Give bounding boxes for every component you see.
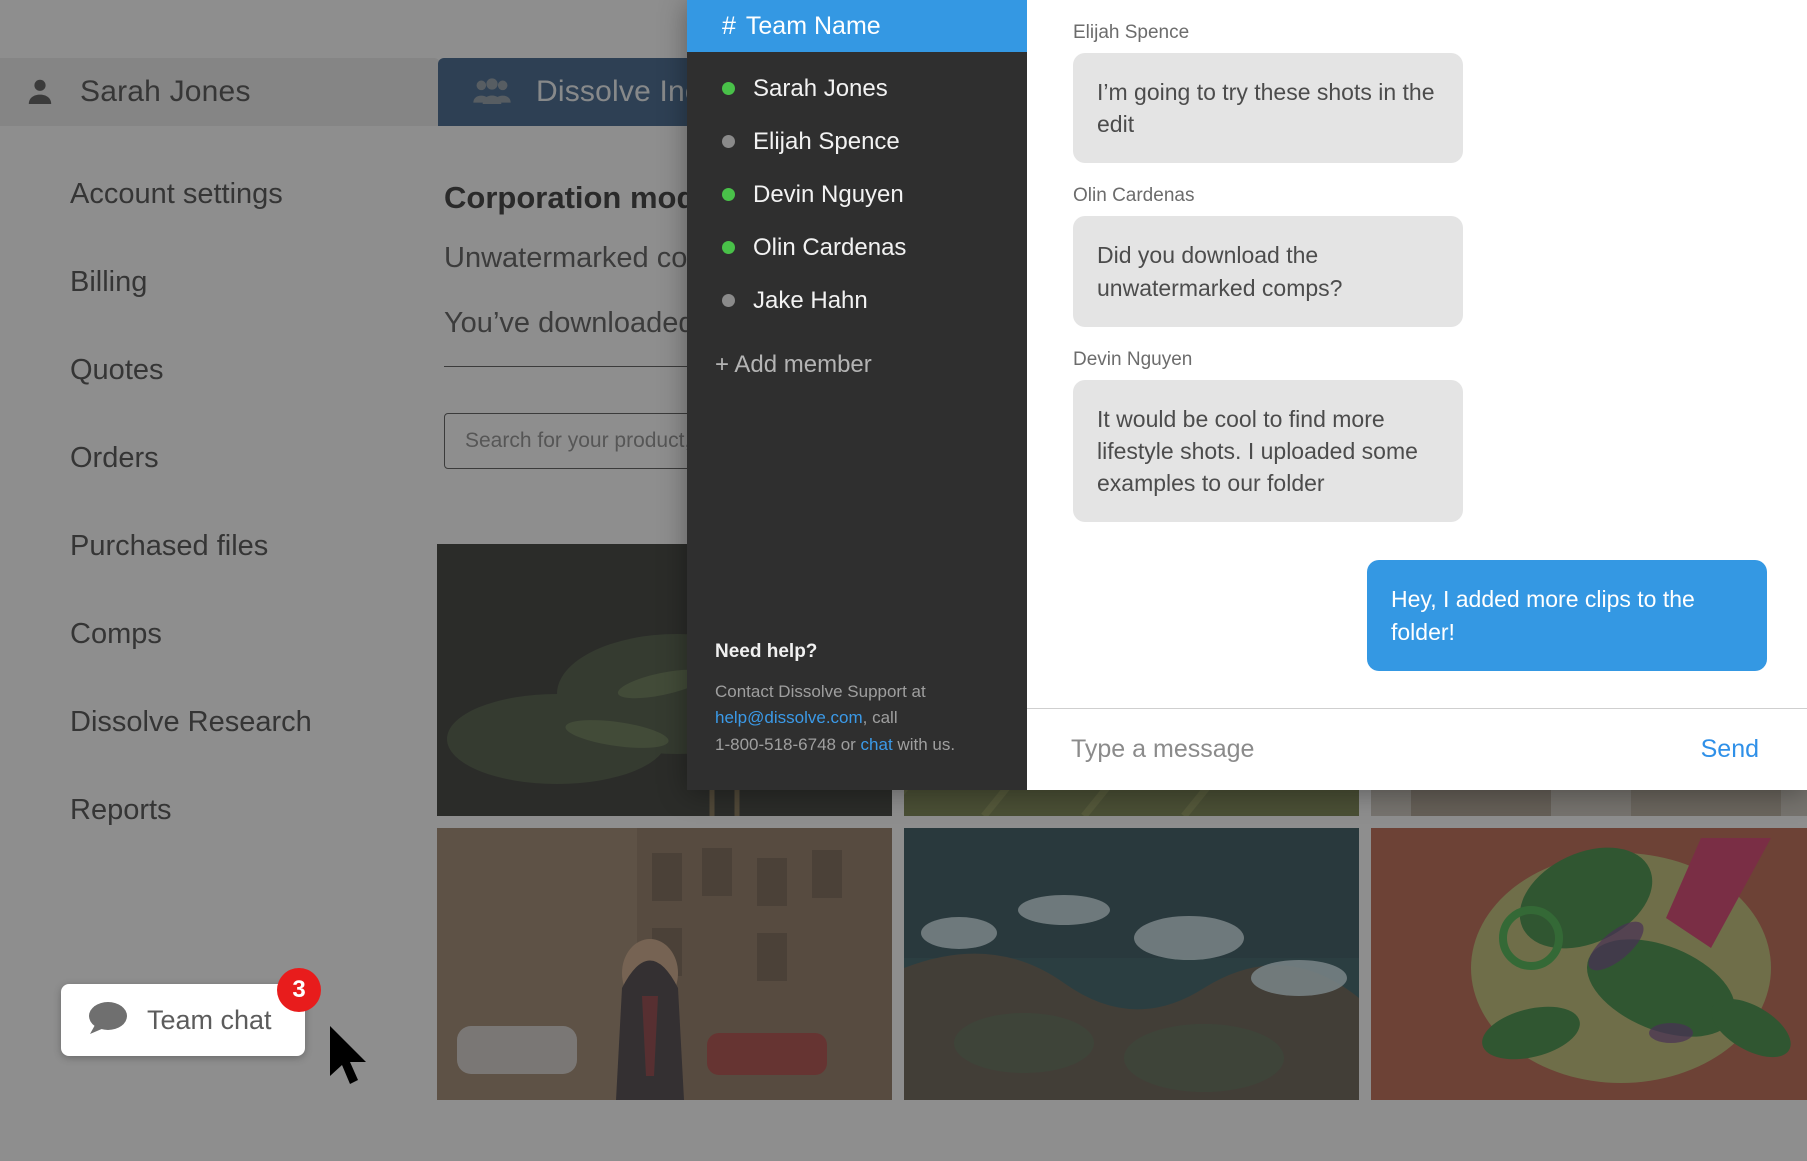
member-name: Olin Cardenas	[753, 233, 907, 261]
person-icon	[24, 76, 56, 108]
tab-personal-account[interactable]: Sarah Jones	[0, 58, 440, 126]
message-bubble-own: Hey, I added more clips to the folder!	[1367, 560, 1767, 671]
team-chat-button[interactable]: Team chat	[61, 984, 305, 1056]
status-dot-online	[722, 241, 735, 254]
status-dot-online	[722, 188, 735, 201]
sidebar-item-account-settings[interactable]: Account settings	[0, 150, 430, 238]
hash-icon: #	[722, 11, 736, 40]
sidebar-nav: Account settings Billing Quotes Orders P…	[0, 150, 430, 854]
help-or: or	[835, 734, 861, 754]
sidebar-item-label: Purchased files	[70, 529, 269, 562]
team-chat-unread-badge: 3	[277, 968, 321, 1012]
help-title: Need help?	[715, 640, 818, 662]
message-author: Elijah Spence	[1073, 22, 1190, 43]
chat-conversation: Elijah Spence I’m going to try these sho…	[1027, 0, 1807, 790]
member-name: Sarah Jones	[753, 74, 888, 102]
member-name: Devin Nguyen	[753, 180, 904, 208]
chat-bubble-icon	[87, 1001, 129, 1040]
help-line-3: with us.	[892, 734, 956, 754]
help-line-1: Contact Dissolve Support at	[715, 681, 926, 701]
message-author: Olin Cardenas	[1073, 185, 1195, 207]
chat-composer: Send	[1027, 708, 1807, 790]
mouse-cursor-icon	[328, 1026, 376, 1093]
sidebar-item-label: Quotes	[70, 353, 164, 386]
message-list[interactable]: Elijah Spence I’m going to try these sho…	[1027, 0, 1807, 708]
thumbnail-street-woman[interactable]	[437, 828, 892, 1100]
sidebar-item-reports[interactable]: Reports	[0, 766, 430, 854]
thumbnail-paint-hands[interactable]	[1371, 828, 1807, 1100]
team-chat-panel: # Team Name Sarah Jones Elijah Spence De…	[687, 0, 1807, 790]
people-icon	[472, 76, 512, 108]
status-dot-online	[722, 82, 735, 95]
help-line-2: , call	[862, 708, 898, 728]
thumbnail-coastline[interactable]	[904, 828, 1359, 1100]
message-item: Devin Nguyen It would be cool to find mo…	[1073, 349, 1767, 523]
list-item[interactable]: Jake Hahn	[687, 274, 1027, 327]
chat-channel-header[interactable]: # Team Name	[687, 0, 1027, 52]
list-item[interactable]: Olin Cardenas	[687, 221, 1027, 274]
team-chat-label: Team chat	[147, 1004, 272, 1035]
sidebar-item-orders[interactable]: Orders	[0, 414, 430, 502]
chat-member-list: Sarah Jones Elijah Spence Devin Nguyen O…	[687, 52, 1027, 379]
sidebar-item-label: Comps	[70, 617, 162, 650]
help-block: Need help? Contact Dissolve Support at h…	[715, 641, 1007, 758]
support-email-link[interactable]: help@dissolve.com	[715, 708, 863, 727]
message-input[interactable]	[1071, 735, 1622, 764]
status-dot-offline	[722, 135, 735, 148]
list-item[interactable]: Devin Nguyen	[687, 168, 1027, 221]
chat-member-rail: # Team Name Sarah Jones Elijah Spence De…	[687, 0, 1027, 790]
member-name: Jake Hahn	[753, 286, 868, 314]
sidebar-item-billing[interactable]: Billing	[0, 238, 430, 326]
message-bubble: Did you download the unwatermarked comps…	[1073, 216, 1463, 327]
message-item: Olin Cardenas Did you download the unwat…	[1073, 185, 1767, 327]
tab-team-label: Dissolve Inc.	[536, 75, 709, 108]
send-button[interactable]: Send	[1701, 735, 1759, 764]
member-name: Elijah Spence	[753, 127, 900, 155]
sidebar-item-comps[interactable]: Comps	[0, 590, 430, 678]
message-author: Devin Nguyen	[1073, 348, 1193, 370]
tab-personal-label: Sarah Jones	[80, 75, 251, 108]
message-bubble: I’m going to try these shots in the edit	[1073, 53, 1463, 164]
add-member-button[interactable]: + Add member	[687, 351, 1027, 379]
sidebar-item-label: Account settings	[70, 177, 283, 210]
sidebar-item-label: Reports	[70, 793, 172, 826]
sidebar-item-label: Dissolve Research	[70, 705, 312, 738]
list-item[interactable]: Sarah Jones	[687, 62, 1027, 115]
message-bubble: It would be cool to find more lifestyle …	[1073, 379, 1463, 523]
support-chat-link[interactable]: chat	[861, 735, 893, 754]
help-body: Contact Dissolve Support at help@dissolv…	[715, 679, 1007, 758]
sidebar-item-label: Billing	[70, 265, 148, 298]
list-item[interactable]: Elijah Spence	[687, 115, 1027, 168]
sidebar-item-label: Orders	[70, 441, 159, 474]
sidebar-item-dissolve-research[interactable]: Dissolve Research	[0, 678, 430, 766]
message-item-own: Hey, I added more clips to the folder!	[1073, 560, 1767, 671]
sidebar-item-quotes[interactable]: Quotes	[0, 326, 430, 414]
message-item: Elijah Spence I’m going to try these sho…	[1073, 22, 1767, 164]
sidebar-item-purchased-files[interactable]: Purchased files	[0, 502, 430, 590]
support-phone: 1-800-518-6748	[715, 734, 836, 754]
chat-channel-name: Team Name	[745, 11, 881, 40]
status-dot-offline	[722, 294, 735, 307]
